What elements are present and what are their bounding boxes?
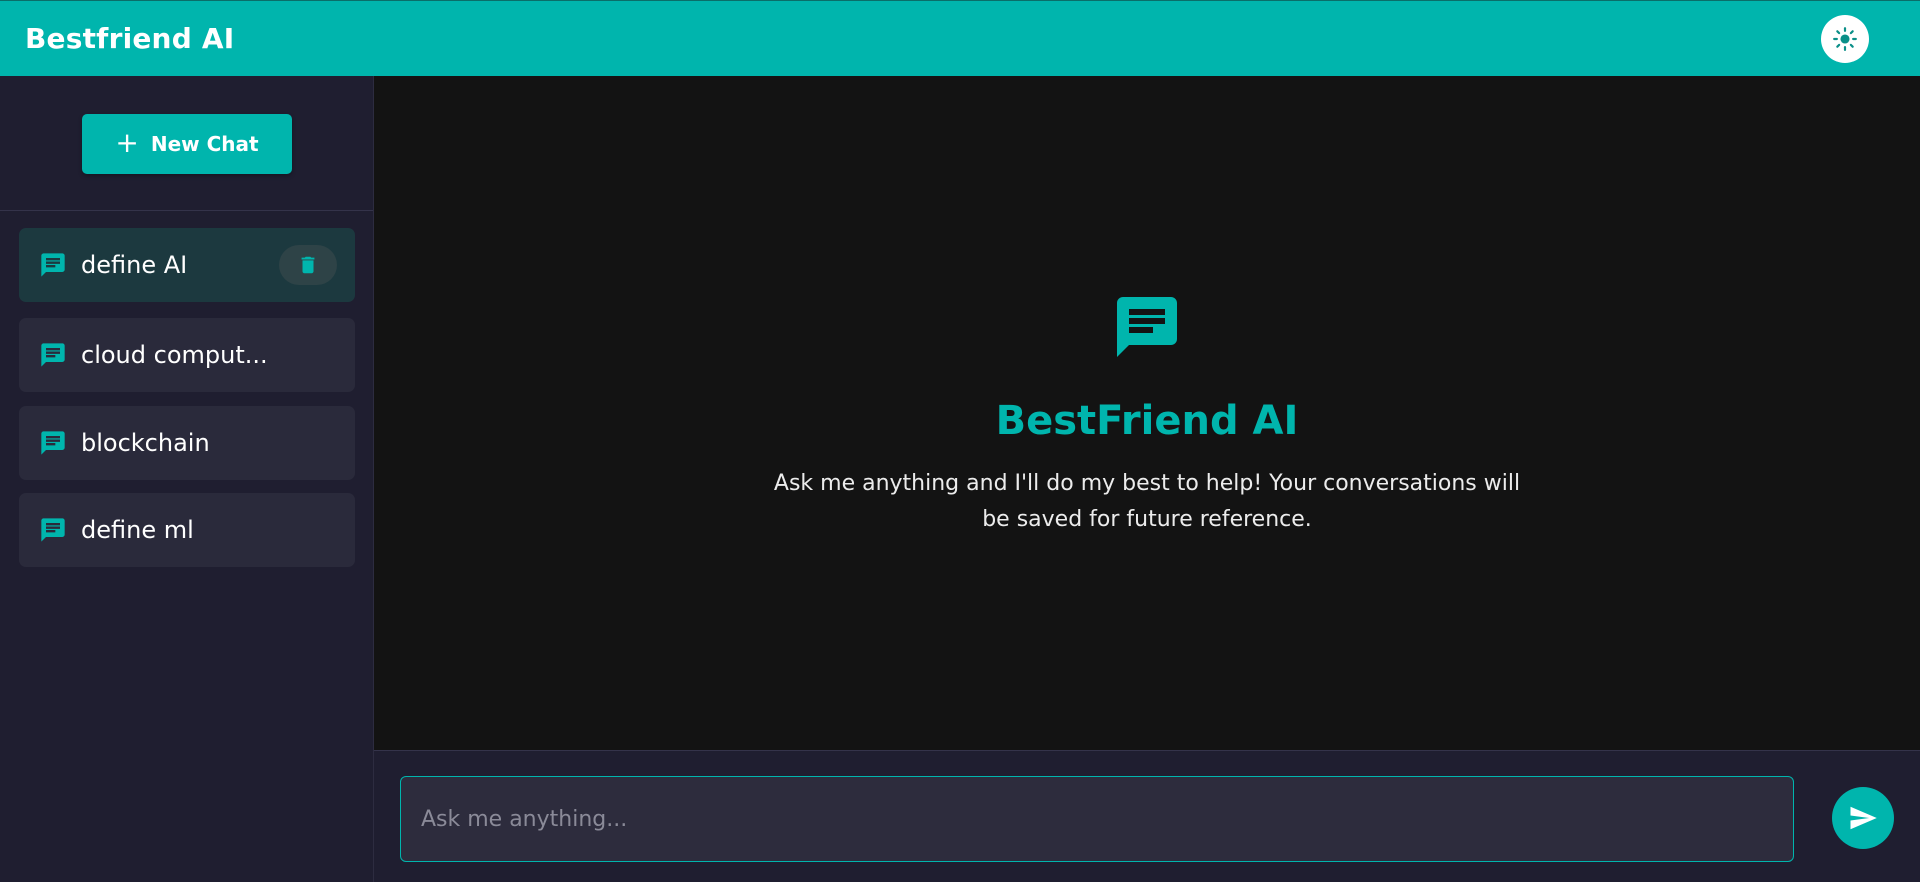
send-icon [1850,806,1877,830]
chat-history-item[interactable]: cloud comput... [19,318,355,392]
plus-icon: + [115,125,139,159]
message-composer [374,750,1920,882]
welcome-subtitle: Ask me anything and I'll do my best to h… [773,471,1521,532]
trash-icon [301,256,315,274]
message-icon [1117,297,1177,357]
delete-chat-button[interactable] [279,245,337,285]
app-header: Bestfriend AI [0,0,1920,76]
new-chat-label: New Chat [150,132,259,156]
sidebar-header: + New Chat [0,76,373,211]
message-icon [41,518,65,542]
message-icon [41,343,65,367]
message-icon [41,431,65,455]
chat-history-item[interactable]: define AI [19,228,355,302]
theme-toggle-button[interactable] [1821,15,1869,63]
message-input[interactable] [400,776,1794,862]
app-title: Bestfriend AI [25,22,235,55]
chat-history-label: cloud comput... [81,341,268,369]
message-icon [41,253,65,277]
chat-history-label: define AI [81,251,188,279]
chat-history-label: blockchain [81,429,210,457]
sidebar: + New Chat define AI cloud comput... blo… [0,76,374,882]
chat-history-item[interactable]: define ml [19,493,355,567]
welcome-title: BestFriend AI [995,398,1299,444]
new-chat-button[interactable]: + New Chat [82,114,292,174]
welcome-panel: BestFriend AI Ask me anything and I'll d… [374,76,1920,750]
send-button[interactable] [1832,787,1894,849]
sun-icon [1833,27,1857,51]
chat-history-item[interactable]: blockchain [19,406,355,480]
chat-history-label: define ml [81,516,194,544]
